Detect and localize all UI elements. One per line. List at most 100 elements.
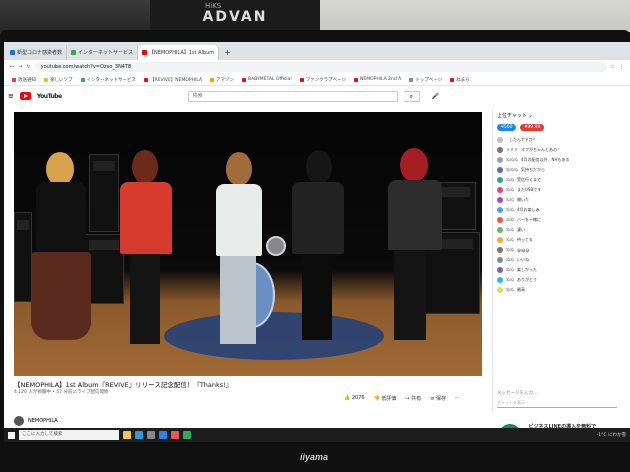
chat-message: ぬぬ バーを一緒に <box>497 215 626 225</box>
taskbar-search-input[interactable]: ここに入力して検索 <box>19 430 119 440</box>
chat-message: ぬぬぬ 気持ちだから <box>497 165 626 175</box>
bookmark-item[interactable]: ねまら <box>450 77 470 83</box>
star-icon[interactable]: ☆ <box>611 64 615 70</box>
thumbs-down-icon: 👎 <box>373 396 380 402</box>
superchat-chip[interactable]: ¥99.99 <box>520 124 545 131</box>
chrome-icon[interactable] <box>171 431 179 439</box>
chat-avatar <box>497 287 503 293</box>
chat-avatar <box>497 267 503 273</box>
weather-status[interactable]: -1°C にわか雪 <box>597 432 626 438</box>
chat-message: ぬぬ 受信行くまで <box>497 175 626 185</box>
windows-taskbar: ここに入力して検索 -1°C にわか雪 <box>4 428 630 442</box>
search-input[interactable]: 検索 <box>187 90 398 102</box>
bookmark-item[interactable]: NEMOPHILA 2nd A <box>354 77 401 82</box>
bookmark-item[interactable]: BABYMETAL Official <box>242 77 292 82</box>
store-icon[interactable] <box>147 431 155 439</box>
back-icon[interactable]: ← <box>10 64 14 70</box>
system-tray: -1°C にわか雪 <box>597 432 626 438</box>
chat-message: ぬぬ 楽しかった <box>497 265 626 275</box>
chat-avatar <box>497 217 503 223</box>
chat-avatar <box>497 207 503 213</box>
share-icon: ↪ <box>405 396 410 402</box>
bookmark-item[interactable]: 楽しいツブ <box>44 77 73 83</box>
video-meta: 4,120 人が視聴中 • 57 分前にライブ配信開始 <box>14 390 109 395</box>
more-icon[interactable]: ⋯ <box>455 395 460 402</box>
wall-banner: ADVAN <box>150 0 320 32</box>
menu-icon[interactable]: ⋮ <box>619 64 624 70</box>
bookmark-item[interactable]: インターネットサービス <box>80 77 136 83</box>
chat-message: ヌヌヌ オフがちゃんとあの！ <box>497 145 626 155</box>
chat-avatar <box>497 277 503 283</box>
bookmark-item[interactable]: トップページ <box>409 77 442 83</box>
mail-icon[interactable] <box>159 431 167 439</box>
chat-input-label: メッセージを入力... <box>497 391 538 396</box>
browser-tab[interactable]: 新型コロナ感染者数 <box>6 45 68 60</box>
browser-tab[interactable]: インターネットサービス <box>67 45 139 60</box>
like-button[interactable]: 👍 2076 <box>344 395 365 402</box>
thumbs-up-icon: 👍 <box>344 395 351 401</box>
tab-favicon-icon <box>71 50 77 55</box>
superchat-chips: ¥500 ¥99.99 <box>493 122 630 133</box>
chat-avatar <box>497 247 503 253</box>
monitor-brand-logo: iiyama <box>300 452 329 462</box>
url-input[interactable]: youtube.com/watch?v=Ozxo_3N4T8 <box>34 62 607 72</box>
save-button[interactable]: ≡ 保存 <box>430 395 446 402</box>
dislike-button[interactable]: 👎 低評価 <box>374 395 397 402</box>
chat-avatar <box>497 147 503 153</box>
youtube-logo-icon[interactable] <box>19 92 31 100</box>
chat-message: ぬぬ 最高 <box>497 285 626 295</box>
chat-avatar <box>497 257 503 263</box>
chat-message: ぬぬ まだUSBです <box>497 185 626 195</box>
channel-row: NEMOPHILA <box>14 416 58 426</box>
forward-icon[interactable]: → <box>18 64 22 70</box>
chat-header[interactable]: 上位チャット ⌄ <box>493 110 630 122</box>
bookmark-item[interactable]: 【REVIVE】NEMOPHILA <box>144 77 202 83</box>
youtube-header: ≡ YouTube 検索 ⌕ 🎤 <box>4 86 630 106</box>
chat-avatar <box>497 177 503 183</box>
hamburger-icon[interactable]: ≡ <box>8 92 14 100</box>
video-title: 【NEMOPHILA】1st Album『REVIVE』リリース記念配信！『Th… <box>14 381 233 389</box>
bookmarks-bar: 放送通知 楽しいツブ インターネットサービス 【REVIVE】NEMOPHILA… <box>4 74 630 86</box>
chevron-down-icon: ⌄ <box>528 113 533 119</box>
browser-tabbar: 新型コロナ感染者数 インターネットサービス 【NEMOPHILA】1st Alb… <box>4 42 630 60</box>
monitor-screen: 新型コロナ感染者数 インターネットサービス 【NEMOPHILA】1st Alb… <box>4 42 630 442</box>
youtube-logo-text[interactable]: YouTube <box>37 93 62 100</box>
address-bar-row: ← → ↻ youtube.com/watch?v=Ozxo_3N4T8 ☆ ⋮ <box>4 60 630 74</box>
chat-avatar <box>497 237 503 243</box>
chat-message: ぬぬ いいね <box>497 255 626 265</box>
live-chat-panel: 上位チャット ⌄ ¥500 ¥99.99 したんですか？ ヌヌヌ オフがちゃんとあ… <box>492 110 630 412</box>
video-actions: 👍 2076 👎 低評価 ↪ 共有 ≡ 保存 ⋯ <box>344 395 460 402</box>
chat-message: ぬぬ 開いた <box>497 195 626 205</box>
share-button[interactable]: ↪ 共有 <box>405 395 421 402</box>
windows-start-icon[interactable] <box>8 431 15 439</box>
performer-4 <box>282 150 352 372</box>
wall-background <box>320 0 630 32</box>
chat-avatar <box>497 137 503 143</box>
chat-avatar <box>497 167 503 173</box>
channel-name[interactable]: NEMOPHILA <box>28 418 58 424</box>
edge-icon[interactable] <box>135 431 143 439</box>
video-player[interactable] <box>14 112 482 376</box>
bookmark-item[interactable]: ファンクラブページ <box>299 77 346 83</box>
superchat-chip[interactable]: ¥500 <box>497 124 517 131</box>
mic-icon[interactable]: 🎤 <box>432 93 439 100</box>
performer-1 <box>26 152 96 372</box>
chat-message: ぬぬ 4月お楽しみ <box>497 205 626 215</box>
chat-input[interactable]: チャットを表示 <box>497 400 617 408</box>
tab-label: インターネットサービス <box>78 50 134 56</box>
bookmark-item[interactable]: 放送通知 <box>12 77 36 83</box>
bookmark-item[interactable]: アマゾン <box>210 77 234 83</box>
new-tab-button[interactable]: + <box>219 45 236 60</box>
photo-frame: ADVAN HiKS 新型コロナ感染者数 インターネットサービス 【NEMOPH… <box>0 0 630 472</box>
search-icon[interactable]: ⌕ <box>403 90 420 102</box>
browser-tab-active[interactable]: 【NEMOPHILA】1st Album <box>138 45 220 60</box>
chat-avatar <box>497 187 503 193</box>
chat-avatar <box>497 157 503 163</box>
app-icon[interactable] <box>183 431 191 439</box>
tab-favicon-icon <box>10 50 15 55</box>
chat-message: ぬぬぬ 4月の配信以外、NHもある <box>497 155 626 165</box>
chat-avatar <box>497 227 503 233</box>
reload-icon[interactable]: ↻ <box>26 64 30 70</box>
channel-avatar[interactable] <box>14 416 24 426</box>
file-explorer-icon[interactable] <box>123 431 131 439</box>
